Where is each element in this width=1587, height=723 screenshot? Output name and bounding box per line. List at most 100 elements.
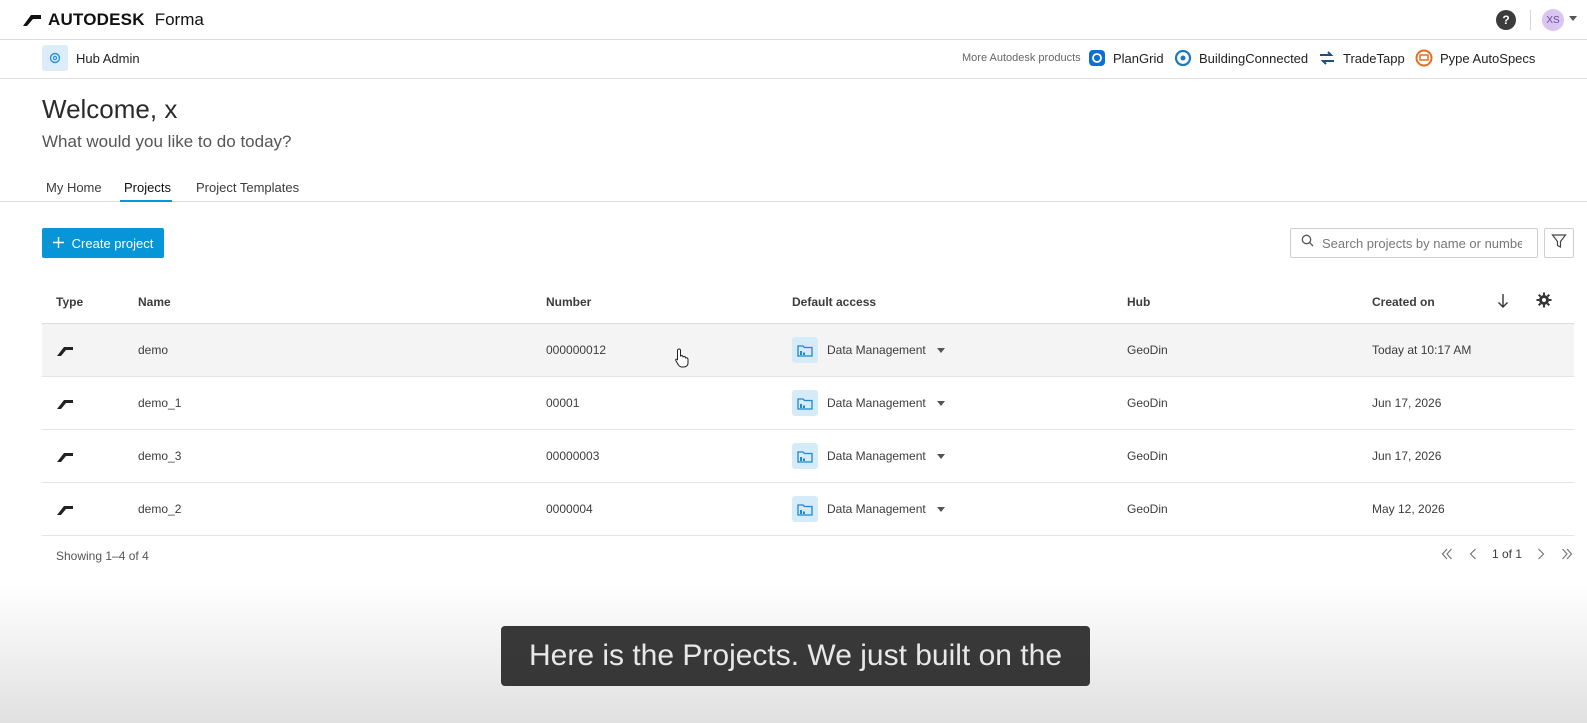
product-label: TradeTapp [1343,50,1405,66]
help-button[interactable]: ? [1496,10,1516,30]
column-header-number[interactable]: Number [546,295,591,309]
hub-admin-label: Hub Admin [76,50,140,66]
forma-project-type-icon [56,344,74,362]
data-management-icon [792,443,818,469]
column-header-created-on[interactable]: Created on [1372,295,1435,309]
projects-table: Type Name Number Default access Hub Crea… [42,280,1574,536]
chevron-down-icon [936,347,945,353]
table-row[interactable]: demo_2 0000004 Data Management GeoDin Ma… [42,483,1574,536]
brand-name: AUTODESK [48,10,145,29]
column-settings-gear-icon[interactable] [1536,292,1552,313]
default-access-dropdown[interactable]: Data Management [792,337,945,363]
project-name[interactable]: demo_1 [138,396,181,410]
showing-count: Showing 1–4 of 4 [56,549,149,563]
search-icon [1301,234,1314,252]
project-number: 00001 [546,396,580,410]
project-created-on: Jun 17, 2026 [1372,396,1442,410]
product-tradetapp[interactable]: TradeTapp [1318,49,1405,67]
product-name: Forma [154,10,204,29]
product-buildingconnected[interactable]: BuildingConnected [1174,49,1308,67]
top-divider [1530,10,1531,30]
table-footer: Showing 1–4 of 4 1 of 1 [42,541,1574,571]
forma-project-type-icon [56,450,74,468]
active-tab-indicator [120,200,172,202]
product-plangrid[interactable]: PlanGrid [1088,49,1164,67]
project-created-on: Today at 10:17 AM [1372,343,1472,357]
chevron-down-icon [936,506,945,512]
project-number: 0000004 [546,502,593,516]
top-bar: AUTODESK Forma ? XS [0,0,1587,40]
product-pype-autospecs[interactable]: Pype AutoSpecs [1415,49,1535,67]
sub-bar: Hub Admin More Autodesk products PlanGri… [0,40,1587,79]
product-label: Pype AutoSpecs [1440,50,1536,66]
create-project-label: Create project [71,235,154,251]
hub-admin-button[interactable]: Hub Admin [42,45,140,71]
autodesk-mark-icon [23,15,41,26]
table-row[interactable]: demo_3 00000003 Data Management GeoDin J… [42,430,1574,483]
pype-autospecs-icon [1415,49,1433,67]
search-input[interactable] [1322,235,1522,251]
plangrid-icon [1088,49,1106,67]
project-created-on: May 12, 2026 [1372,502,1445,516]
project-number: 000000012 [546,343,607,357]
tab-my-home[interactable]: My Home [46,180,102,202]
product-label: BuildingConnected [1199,50,1309,66]
product-label: PlanGrid [1113,50,1164,66]
filter-button[interactable] [1544,228,1574,258]
project-hub: GeoDin [1127,396,1168,410]
tab-bar: My Home Projects Project Templates [0,176,1587,202]
default-access-label: Data Management [827,343,926,357]
default-access-dropdown[interactable]: Data Management [792,390,945,416]
project-hub: GeoDin [1127,343,1168,357]
tab-projects[interactable]: Projects [124,180,171,202]
forma-project-type-icon [56,397,74,415]
forma-project-type-icon [56,503,74,521]
chevron-down-icon [936,400,945,406]
page-title: Welcome, x [42,94,178,124]
table-header: Type Name Number Default access Hub Crea… [42,280,1574,324]
plus-icon [52,236,64,251]
column-header-hub[interactable]: Hub [1127,295,1150,309]
buildingconnected-icon [1174,49,1192,67]
default-access-label: Data Management [827,502,926,516]
page-subtitle: What would you like to do today? [42,132,292,151]
tab-project-templates[interactable]: Project Templates [196,180,299,202]
page-indicator: 1 of 1 [1491,547,1522,561]
last-page-icon[interactable] [1560,545,1574,563]
table-row[interactable]: demo 000000012 Data Management GeoDin To… [42,324,1574,377]
column-header-default-access[interactable]: Default access [792,295,876,309]
data-management-icon [792,390,818,416]
autodesk-logo[interactable]: AUTODESK Forma [22,10,204,30]
chevron-down-icon[interactable] [1569,16,1577,21]
default-access-dropdown[interactable]: Data Management [792,496,945,522]
previous-page-icon[interactable] [1466,545,1480,563]
table-row[interactable]: demo_1 00001 Data Management GeoDin Jun … [42,377,1574,430]
project-created-on: Jun 17, 2026 [1372,449,1442,463]
default-access-dropdown[interactable]: Data Management [792,443,945,469]
column-header-name[interactable]: Name [138,295,171,309]
data-management-icon [792,496,818,522]
chevron-down-icon [936,453,945,459]
next-page-icon[interactable] [1534,545,1548,563]
pagination: 1 of 1 [1440,545,1574,563]
video-caption: Here is the Projects. We just built on t… [501,626,1090,686]
project-number: 00000003 [546,449,600,463]
project-name[interactable]: demo_3 [138,449,181,463]
create-project-button[interactable]: Create project [42,228,164,258]
default-access-label: Data Management [827,449,926,463]
project-hub: GeoDin [1127,502,1168,516]
data-management-icon [792,337,818,363]
sort-arrow-down-icon[interactable] [1497,293,1509,314]
column-header-type[interactable]: Type [56,295,83,309]
hand-cursor-icon [675,348,689,373]
project-name[interactable]: demo [138,343,168,357]
tradetapp-icon [1318,49,1336,67]
project-name[interactable]: demo_2 [138,502,181,516]
default-access-label: Data Management [827,396,926,410]
first-page-icon[interactable] [1440,545,1454,563]
project-hub: GeoDin [1127,449,1168,463]
filter-icon [1551,233,1567,254]
more-products-label: More Autodesk products [962,52,1081,64]
user-avatar[interactable]: XS [1542,9,1564,31]
search-box[interactable] [1290,228,1538,258]
